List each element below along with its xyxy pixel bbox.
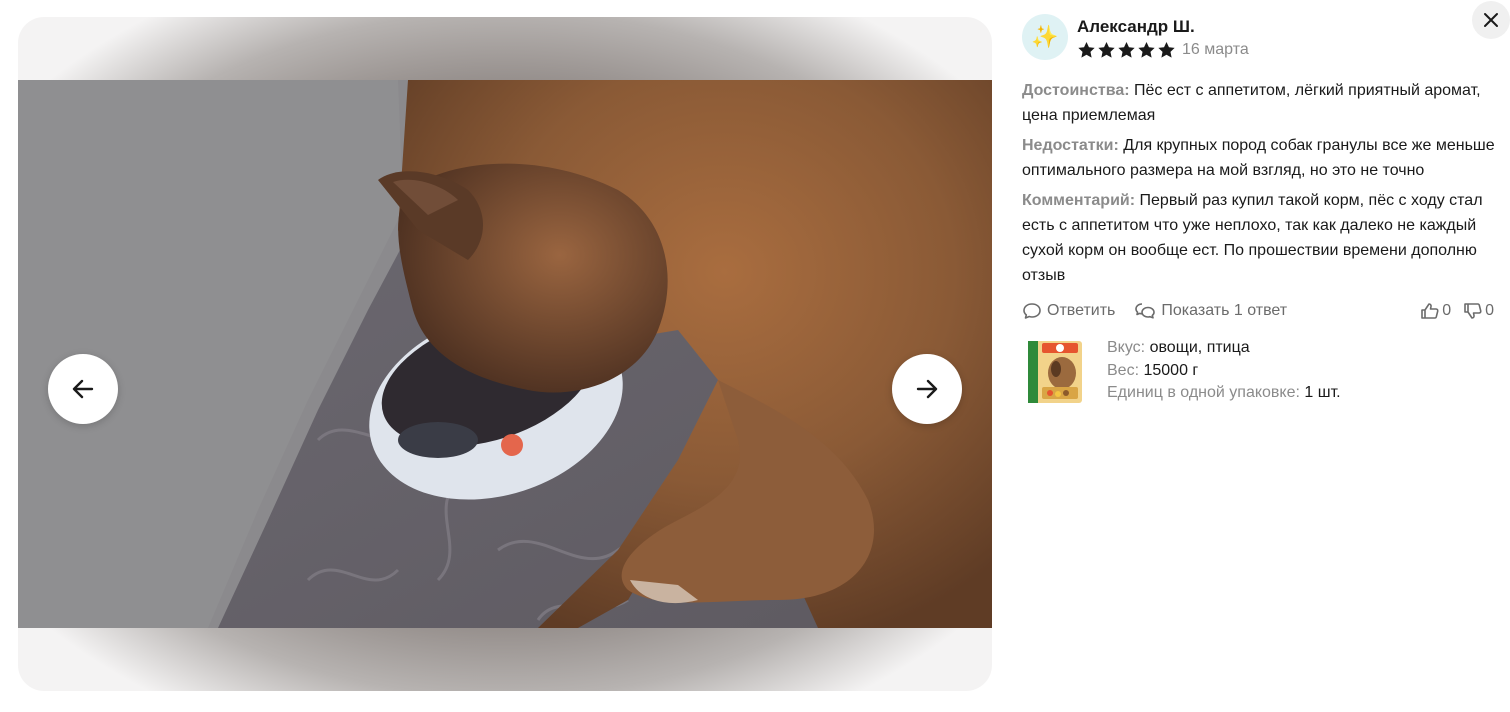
dislike-button[interactable]: 0	[1463, 302, 1494, 320]
votes: 0 0	[1420, 302, 1500, 320]
photo-gallery	[18, 17, 992, 691]
taste-label: Вкус:	[1107, 339, 1146, 356]
review-author: ✨ Александр Ш. 16 марта	[1022, 14, 1500, 68]
product-taste: Вкус: овощи, птица	[1107, 337, 1341, 360]
show-replies-button[interactable]: Показать 1 ответ	[1134, 302, 1287, 320]
show-replies-label: Показать 1 ответ	[1161, 302, 1288, 319]
cons-label: Недостатки:	[1022, 137, 1119, 154]
like-button[interactable]: 0	[1420, 302, 1451, 320]
product-units: Единиц в одной упаковке: 1 шт.	[1107, 382, 1341, 405]
review-date: 16 марта	[1182, 41, 1249, 58]
author-name[interactable]: Александр Ш.	[1077, 16, 1249, 38]
review-panel: ✨ Александр Ш. 16 марта Достоинства: Пёс…	[1022, 14, 1500, 405]
weight-value: 15000 г	[1143, 361, 1199, 379]
review-pros: Достоинства: Пёс ест с аппетитом, лёгкий…	[1022, 78, 1500, 128]
star-icon	[1118, 41, 1135, 58]
review-texts: Достоинства: Пёс ест с аппетитом, лёгкий…	[1022, 78, 1500, 288]
arrow-left-icon	[72, 379, 94, 399]
dislike-count: 0	[1485, 302, 1494, 319]
like-count: 0	[1442, 302, 1452, 319]
reply-label: Ответить	[1047, 302, 1116, 319]
next-photo-button[interactable]	[892, 354, 962, 424]
star-rating	[1077, 41, 1177, 59]
product-package-image[interactable]	[1022, 339, 1086, 405]
speech-bubble-icon	[1023, 303, 1041, 319]
units-value: 1 шт.	[1304, 384, 1341, 401]
arrow-right-icon	[916, 379, 938, 399]
sparkles-icon: ✨	[1022, 14, 1068, 60]
star-icon	[1098, 41, 1115, 58]
dog-eating-photo	[18, 80, 992, 628]
star-icon	[1138, 41, 1155, 58]
review-comment: Комментарий: Первый раз купил такой корм…	[1022, 188, 1500, 288]
thumbs-up-icon	[1421, 303, 1439, 319]
star-icon	[1158, 41, 1175, 58]
author-meta: Александр Ш. 16 марта	[1077, 14, 1249, 59]
taste-value: овощи, птица	[1149, 339, 1250, 356]
thumbs-down-icon	[1464, 303, 1482, 319]
rating-row: 16 марта	[1077, 41, 1249, 59]
two-bubbles-icon	[1135, 303, 1156, 319]
product-properties: Вкус: овощи, птица Вес: 15000 г Единиц в…	[1107, 337, 1341, 405]
review-actions: Ответить Показать 1 ответ 0 0	[1022, 300, 1500, 322]
review-photo[interactable]	[18, 80, 992, 628]
comment-label: Комментарий:	[1022, 192, 1136, 209]
reply-button[interactable]: Ответить	[1022, 302, 1115, 320]
review-cons: Недостатки: Для крупных пород собак гран…	[1022, 133, 1500, 183]
pros-label: Достоинства:	[1022, 82, 1130, 99]
weight-label: Вес:	[1107, 361, 1140, 379]
purchased-product: Вкус: овощи, птица Вес: 15000 г Единиц в…	[1022, 339, 1500, 405]
previous-photo-button[interactable]	[48, 354, 118, 424]
product-weight: Вес: 15000 г	[1107, 360, 1341, 383]
star-icon	[1078, 41, 1095, 58]
units-label: Единиц в одной упаковке:	[1107, 384, 1300, 401]
